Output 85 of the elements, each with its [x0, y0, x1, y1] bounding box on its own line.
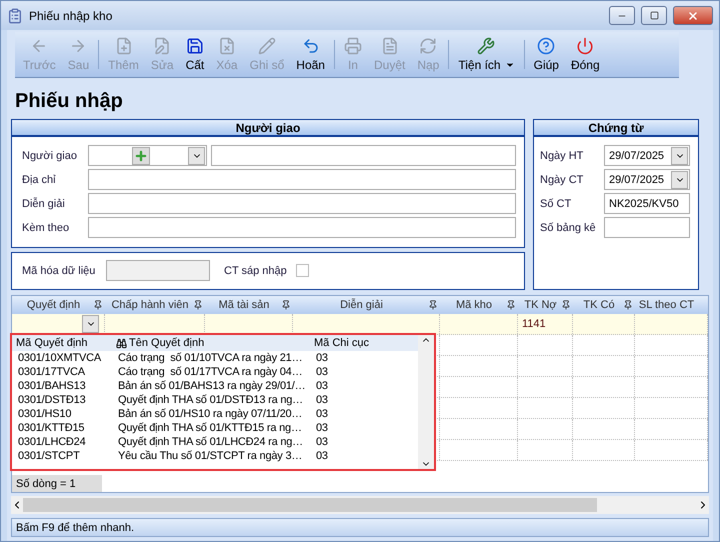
input-field[interactable]: NK2025/KV50 — [604, 193, 690, 214]
checkbox[interactable] — [296, 264, 309, 277]
undo-icon — [302, 37, 320, 55]
list-header: Mã Quyết định — [16, 337, 89, 349]
pin-icon[interactable] — [561, 300, 571, 310]
wrench-icon — [477, 37, 496, 55]
column-header[interactable]: Quyết định — [12, 296, 105, 314]
field-label: Mã hóa dữ liệu — [22, 264, 96, 276]
panel-title: Người giao — [12, 120, 524, 137]
dropdown-button[interactable] — [671, 146, 688, 164]
binoculars-icon — [116, 338, 127, 348]
input-field[interactable] — [106, 260, 210, 281]
field-label: Diễn giải — [22, 198, 66, 210]
list-header: Tên Quyết định — [116, 337, 314, 349]
document-icon — [380, 37, 399, 55]
file-edit-icon — [153, 37, 172, 55]
pin-icon[interactable] — [623, 300, 633, 310]
column-header[interactable]: SL theo CT — [635, 296, 708, 314]
input-field[interactable] — [88, 217, 516, 238]
field-label: Ngày HT — [540, 150, 584, 162]
pin-icon[interactable] — [193, 300, 203, 310]
refresh-icon — [419, 37, 438, 55]
input-field[interactable] — [604, 217, 690, 238]
list-header: Mã Chi cục — [314, 337, 370, 349]
pin-icon[interactable] — [281, 300, 291, 310]
maximize-button[interactable] — [641, 6, 667, 25]
column-header[interactable]: TK Nợ — [518, 296, 573, 314]
toolbar-button[interactable]: Đóng — [564, 32, 606, 77]
field-label: Số bảng kê — [540, 222, 597, 234]
app-icon — [7, 8, 23, 24]
field-label: Số CT — [540, 198, 572, 210]
input-field[interactable] — [211, 145, 516, 166]
pin-icon[interactable] — [93, 300, 103, 310]
pin-icon[interactable] — [506, 300, 516, 310]
help-icon — [537, 37, 556, 55]
dropdown-button[interactable] — [82, 315, 99, 333]
list-item[interactable]: 0301/17TVCA Cáo trạng số 01/17TVCA ra ngày 04… 03 — [12, 365, 418, 379]
toolbar-button[interactable]: Giúp — [528, 32, 565, 77]
file-x-icon — [218, 37, 236, 55]
window-title: Phiếu nhập kho — [29, 8, 114, 22]
printer-icon — [344, 37, 362, 55]
row-count: Số dòng = 1 — [12, 475, 102, 492]
column-header[interactable]: Diễn giải — [293, 296, 440, 314]
list-item[interactable]: 0301/KTTĐ15 Quyết định THA số 01/KTTĐ15 ra ng… 03 — [12, 421, 418, 435]
input-field[interactable] — [88, 169, 516, 190]
column-header[interactable]: Mã kho — [440, 296, 518, 314]
toolbar-button[interactable]: Cất — [180, 32, 210, 77]
table-cell[interactable]: 1141 — [518, 314, 573, 334]
list-item[interactable]: 0301/LHCĐ24 Quyết định THA số 01/LHCĐ24 ra ng… 03 — [12, 435, 418, 449]
field-label: CT sáp nhập — [224, 264, 288, 276]
horizontal-scrollbar[interactable] — [11, 496, 709, 514]
power-icon — [576, 37, 594, 55]
field-label: Ngày CT — [540, 174, 584, 186]
list-item[interactable]: 0301/BAHS13 Bản án số 01/BAHS13 ra ngày 29/01/… 03 — [12, 379, 418, 393]
toolbar-button[interactable]: Hoãn — [290, 32, 331, 77]
pencil-icon — [258, 37, 276, 55]
page-title: Phiếu nhập — [14, 89, 124, 114]
close-icon — [687, 10, 699, 22]
panel-title: Chứng từ — [534, 120, 698, 137]
lookup-field[interactable] — [88, 145, 207, 166]
column-header[interactable]: TK Có — [573, 296, 635, 314]
maximize-icon — [650, 11, 658, 20]
toolbar-button[interactable]: Tiện ích — [452, 32, 521, 77]
dropdown-button[interactable] — [188, 146, 205, 164]
add-button[interactable] — [132, 146, 150, 164]
dropdown-button[interactable] — [671, 170, 688, 188]
list-item[interactable]: 0301/STCPT Yêu cầu Thu số 01/STCPT ra ngày 3… 03 — [12, 449, 418, 463]
close-button[interactable] — [673, 6, 713, 25]
status-bar: Bấm F9 để thêm nhanh. — [11, 518, 709, 537]
list-item[interactable]: 0301/HS10 Bản án số 01/HS10 ra ngày 07/11/20… 03 — [12, 407, 418, 421]
column-header[interactable]: Chấp hành viên — [105, 296, 205, 314]
date-field[interactable]: 29/07/2025 — [604, 169, 690, 190]
list-item[interactable]: 0301/DSTĐ13 Quyết định THA số 01/DSTĐ13 ra ng… 03 — [12, 393, 418, 407]
column-header[interactable]: Mã tài sản — [205, 296, 293, 314]
field-label: Kèm theo — [22, 222, 70, 234]
scrollbar[interactable] — [418, 335, 434, 469]
pin-icon[interactable] — [428, 300, 438, 310]
field-label: Người giao — [22, 150, 78, 162]
input-field[interactable] — [88, 193, 516, 214]
file-plus-icon — [114, 37, 132, 55]
minimize-button[interactable] — [609, 6, 635, 25]
field-label: Địa chỉ — [22, 174, 57, 186]
date-field[interactable]: 29/07/2025 — [604, 145, 690, 166]
plus-icon — [134, 148, 148, 162]
list-item[interactable]: 0301/10XMTVCA Cáo trạng số 01/10TVCA ra ngày 21… 03 — [12, 351, 418, 365]
